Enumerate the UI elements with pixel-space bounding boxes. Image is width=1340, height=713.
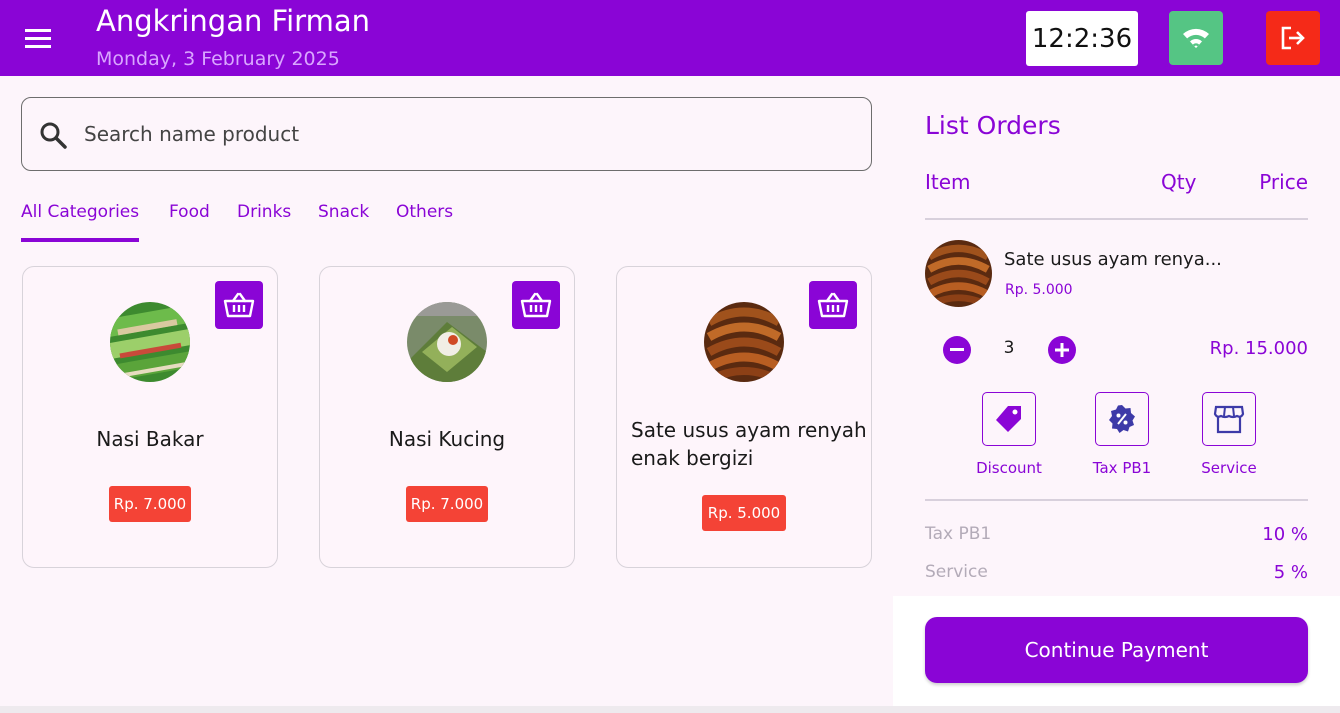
percent-badge-icon — [1109, 405, 1135, 433]
decrease-qty-button[interactable] — [943, 336, 971, 364]
summary-tax-label: Tax PB1 — [925, 524, 992, 544]
order-item-total: Rp. 15.000 — [1209, 338, 1308, 359]
app-date: Monday, 3 February 2025 — [96, 48, 340, 70]
menu-icon[interactable] — [18, 22, 58, 54]
tag-icon — [996, 406, 1021, 432]
tab-food[interactable]: Food — [169, 198, 210, 242]
basket-icon — [223, 292, 255, 318]
service-button[interactable] — [1202, 392, 1256, 446]
order-item-unit-price: Rp. 5.000 — [1005, 282, 1073, 298]
product-price: Rp. 7.000 — [109, 486, 191, 522]
summary-tax-value: 10 % — [1262, 524, 1308, 545]
logout-icon — [1281, 26, 1305, 50]
product-price: Rp. 5.000 — [702, 495, 786, 531]
app-bar: Angkringan Firman Monday, 3 February 202… — [0, 0, 1340, 76]
clock-display: 12:2:36 — [1026, 11, 1138, 66]
product-name: Nasi Kucing — [388, 427, 506, 451]
minus-icon — [950, 348, 964, 351]
wifi-button[interactable] — [1169, 11, 1223, 65]
divider — [925, 218, 1308, 220]
product-name: Nasi Bakar — [96, 427, 204, 451]
search-box — [21, 97, 872, 171]
tab-drinks[interactable]: Drinks — [237, 198, 291, 242]
product-image-nasi-kucing — [407, 302, 487, 382]
tax-button[interactable] — [1095, 392, 1149, 446]
product-name: Sate usus ayam renyah enak bergizi — [631, 418, 867, 470]
qty-value: 3 — [1003, 338, 1015, 358]
tab-others[interactable]: Others — [396, 198, 453, 242]
summary-service-label: Service — [925, 562, 988, 582]
app-title: Angkringan Firman — [96, 4, 370, 38]
store-icon — [1213, 405, 1245, 434]
order-item-image — [925, 240, 992, 307]
product-image-nasi-bakar — [110, 302, 190, 382]
tab-all-categories[interactable]: All Categories — [21, 198, 140, 242]
add-to-cart-button[interactable] — [809, 281, 857, 329]
search-input[interactable] — [84, 114, 844, 154]
continue-payment-button[interactable]: Continue Payment — [925, 617, 1308, 683]
basket-icon — [817, 292, 849, 318]
add-to-cart-button[interactable] — [215, 281, 263, 329]
product-card[interactable]: Nasi Bakar Rp. 7.000 — [22, 266, 278, 568]
column-header-price: Price — [1259, 170, 1308, 194]
summary-service-value: 5 % — [1273, 562, 1308, 583]
bottom-bar — [0, 706, 1340, 713]
add-to-cart-button[interactable] — [512, 281, 560, 329]
divider — [925, 499, 1308, 501]
product-card[interactable]: Sate usus ayam renyah enak bergizi Rp. 5… — [616, 266, 872, 568]
product-price: Rp. 7.000 — [406, 486, 488, 522]
discount-label: Discount — [976, 459, 1042, 477]
column-header-item: Item — [925, 170, 971, 194]
basket-icon — [520, 292, 552, 318]
increase-qty-button[interactable] — [1048, 336, 1076, 364]
service-label: Service — [1201, 459, 1257, 477]
wifi-icon — [1183, 28, 1209, 48]
column-header-qty: Qty — [1161, 170, 1197, 194]
tab-snack[interactable]: Snack — [318, 198, 369, 242]
tax-label: Tax PB1 — [1092, 459, 1152, 477]
order-item-name: Sate usus ayam renya... — [1004, 249, 1222, 270]
product-image-sate-usus — [704, 302, 784, 382]
plus-icon — [1055, 343, 1069, 357]
orders-title: List Orders — [925, 111, 1061, 140]
search-icon — [40, 122, 67, 149]
product-card[interactable]: Nasi Kucing Rp. 7.000 — [319, 266, 575, 568]
discount-button[interactable] — [982, 392, 1036, 446]
logout-button[interactable] — [1266, 11, 1320, 65]
